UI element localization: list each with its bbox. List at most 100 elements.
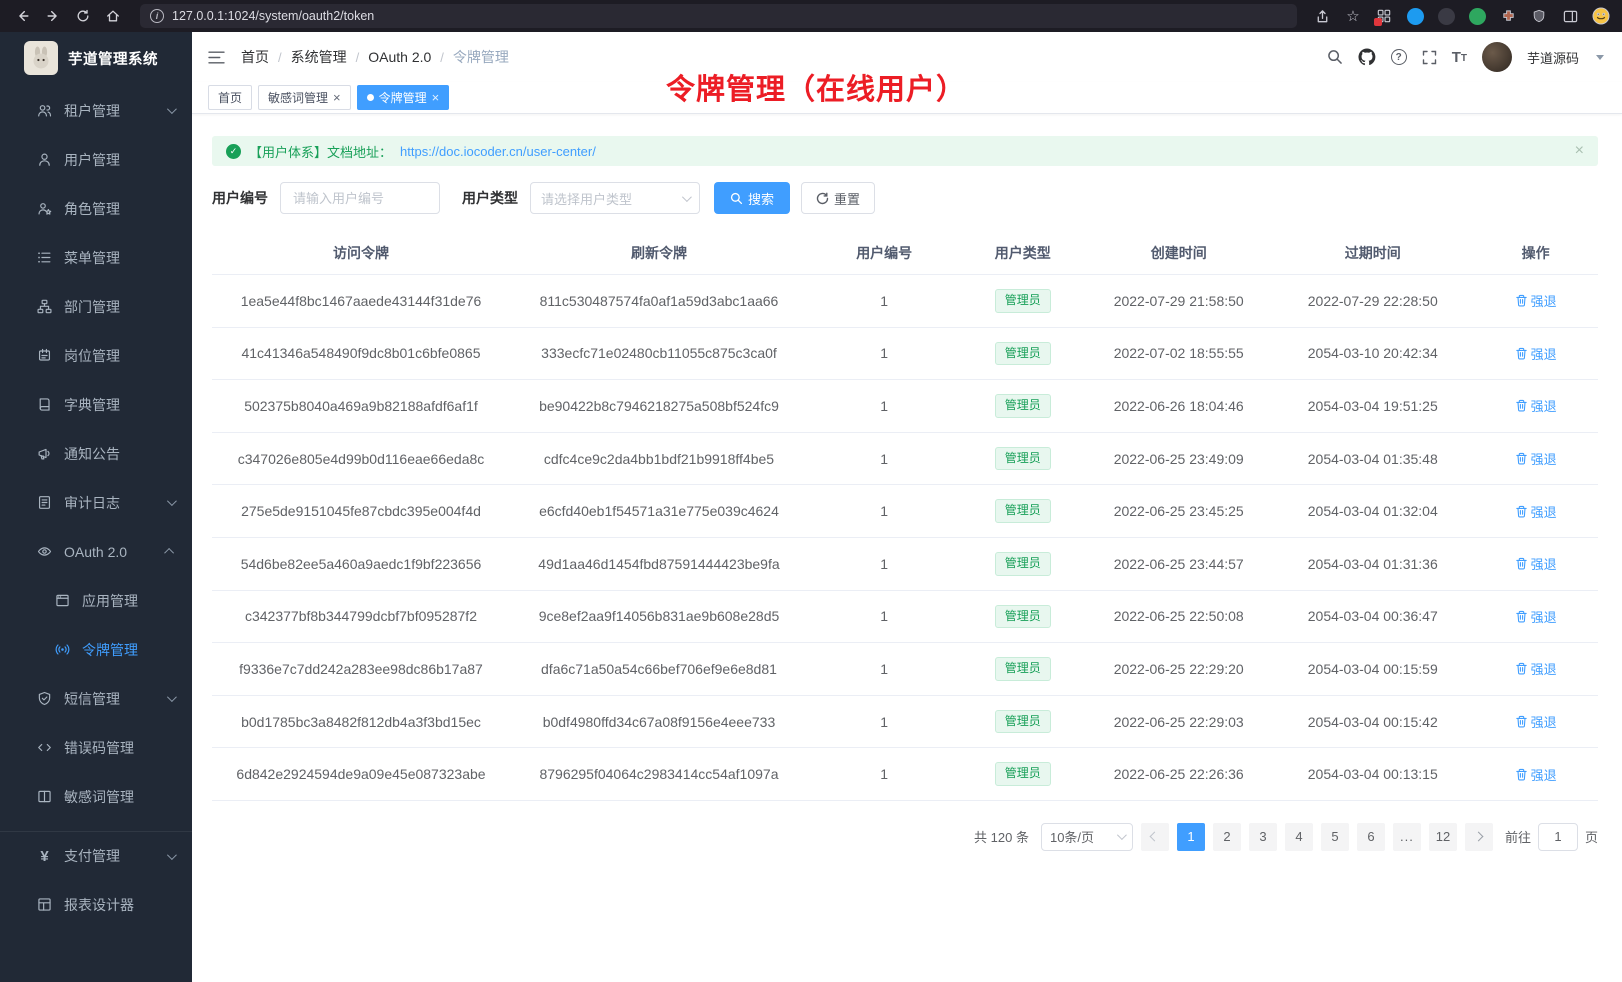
page-button[interactable]: 12 xyxy=(1429,823,1457,851)
sidebar-item-sms[interactable]: 短信管理 xyxy=(0,674,192,723)
shield-extension-icon[interactable] xyxy=(1528,5,1550,27)
access-token-cell: c347026e805e4d99b0d116eae66eda8c xyxy=(212,432,510,485)
dark-extension-icon[interactable] xyxy=(1435,5,1457,27)
menu-list-icon xyxy=(36,249,53,266)
page-button[interactable]: 5 xyxy=(1321,823,1349,851)
create-time-cell: 2022-06-25 22:26:36 xyxy=(1085,748,1272,801)
table-row: b0d1785bc3a8482f812db4a3f3bd15ec b0df498… xyxy=(212,695,1598,748)
site-info-icon[interactable]: i xyxy=(150,9,164,23)
force-logout-button[interactable]: 强退 xyxy=(1515,502,1557,521)
sidebar-toggle-icon[interactable] xyxy=(1559,5,1581,27)
force-logout-button[interactable]: 强退 xyxy=(1515,712,1557,731)
github-icon[interactable] xyxy=(1358,48,1376,66)
home-button[interactable] xyxy=(100,4,126,28)
sidebar-item-audit-log[interactable]: 审计日志 xyxy=(0,478,192,527)
force-logout-button[interactable]: 强退 xyxy=(1515,554,1557,573)
sidebar-item-payment[interactable]: ¥ 支付管理 xyxy=(0,831,192,880)
breadcrumb-system[interactable]: 系统管理 xyxy=(291,47,347,67)
font-size-icon[interactable]: TT xyxy=(1452,50,1467,65)
force-logout-button[interactable]: 强退 xyxy=(1515,396,1557,415)
alert-close-icon[interactable]: × xyxy=(1575,142,1584,160)
user-icon xyxy=(36,151,53,168)
alert-text: 【用户体系】文档地址： xyxy=(249,142,392,161)
user-name[interactable]: 芋道源码 xyxy=(1527,48,1579,67)
fullscreen-icon[interactable] xyxy=(1422,50,1437,65)
reload-button[interactable] xyxy=(70,4,96,28)
page-size-select[interactable]: 10条/页 xyxy=(1041,823,1133,851)
search-button[interactable]: 搜索 xyxy=(714,182,790,214)
force-logout-button[interactable]: 强退 xyxy=(1515,607,1557,626)
page-button[interactable]: 3 xyxy=(1249,823,1277,851)
sidebar-item-oauth-token[interactable]: 令牌管理 xyxy=(0,625,192,674)
bookmark-star-icon[interactable]: ☆ xyxy=(1342,5,1364,27)
chevron-down-icon[interactable] xyxy=(1596,55,1604,60)
create-time-cell: 2022-07-02 18:55:55 xyxy=(1085,327,1272,380)
close-icon[interactable]: × xyxy=(432,91,440,104)
user-type-cell: 管理员 xyxy=(960,748,1085,801)
sidebar-item-menu[interactable]: 菜单管理 xyxy=(0,233,192,282)
sidebar-item-error-code[interactable]: 错误码管理 xyxy=(0,723,192,772)
force-logout-button[interactable]: 强退 xyxy=(1515,291,1557,310)
reset-button[interactable]: 重置 xyxy=(801,182,875,214)
goto-page-input[interactable] xyxy=(1538,823,1578,851)
breadcrumb-oauth[interactable]: OAuth 2.0 xyxy=(368,49,431,65)
eye-icon xyxy=(36,543,53,560)
page-button[interactable]: 1 xyxy=(1177,823,1205,851)
force-logout-button[interactable]: 强退 xyxy=(1515,449,1557,468)
forward-button[interactable] xyxy=(40,4,66,28)
user-type-select[interactable]: 请选择用户类型 xyxy=(530,182,700,214)
force-logout-button[interactable]: 强退 xyxy=(1515,765,1557,784)
pagination: 共 120 条 10条/页 1 2 3 4 xyxy=(212,823,1598,871)
table-row: 6d842e2924594de9a09e45e087323abe 8796295… xyxy=(212,748,1598,801)
org-tree-icon xyxy=(36,298,53,315)
green-extension-icon[interactable] xyxy=(1466,5,1488,27)
sidebar-item-dept[interactable]: 部门管理 xyxy=(0,282,192,331)
twitter-extension-icon[interactable] xyxy=(1404,5,1426,27)
sidebar-item-sensitive-words[interactable]: 敏感词管理 xyxy=(0,772,192,821)
close-icon[interactable]: × xyxy=(333,91,341,104)
tab-token-management[interactable]: 令牌管理 × xyxy=(357,85,450,110)
user-id-label: 用户编号 xyxy=(212,188,268,208)
back-button[interactable] xyxy=(10,4,36,28)
refresh-token-cell: 811c530487574fa0af1a59d3abc1aa66 xyxy=(510,275,808,328)
page-button[interactable]: 2 xyxy=(1213,823,1241,851)
url-bar[interactable]: i 127.0.0.1:1024/system/oauth2/token xyxy=(140,4,1297,28)
sidebar-item-dict[interactable]: 字典管理 xyxy=(0,380,192,429)
force-logout-button[interactable]: 强退 xyxy=(1515,344,1557,363)
page-button[interactable]: 4 xyxy=(1285,823,1313,851)
sidebar-item-oauth-app[interactable]: 应用管理 xyxy=(0,576,192,625)
sidebar-item-role[interactable]: 角色管理 xyxy=(0,184,192,233)
extensions-icon[interactable] xyxy=(1373,5,1395,27)
book-icon xyxy=(36,396,53,413)
sidebar-item-post[interactable]: 岗位管理 xyxy=(0,331,192,380)
sidebar-item-oauth[interactable]: OAuth 2.0 xyxy=(0,527,192,576)
refresh-token-cell: 333ecfc71e02480cb11055c875c3ca0f xyxy=(510,327,808,380)
force-logout-button[interactable]: 强退 xyxy=(1515,659,1557,678)
profile-avatar-icon[interactable] xyxy=(1590,5,1612,27)
sidebar-item-user[interactable]: 用户管理 xyxy=(0,135,192,184)
sidebar-item-report-designer[interactable]: 报表设计器 xyxy=(0,880,192,929)
help-icon[interactable]: ? xyxy=(1391,49,1407,65)
page-button[interactable]: 6 xyxy=(1357,823,1385,851)
table-row: c342377bf8b344799dcbf7bf095287f2 9ce8ef2… xyxy=(212,590,1598,643)
prev-page-button[interactable] xyxy=(1141,823,1169,851)
user-type-cell: 管理员 xyxy=(960,537,1085,590)
breadcrumb-home[interactable]: 首页 xyxy=(241,47,269,67)
sidebar-item-notice[interactable]: 通知公告 xyxy=(0,429,192,478)
puzzle-extension-icon[interactable] xyxy=(1497,5,1519,27)
search-icon[interactable] xyxy=(1327,49,1343,65)
user-type-cell: 管理员 xyxy=(960,485,1085,538)
share-icon[interactable] xyxy=(1311,5,1333,27)
user-type-cell: 管理员 xyxy=(960,327,1085,380)
next-page-button[interactable] xyxy=(1465,823,1493,851)
user-id-input[interactable] xyxy=(280,182,440,214)
user-avatar[interactable] xyxy=(1482,42,1512,72)
page-button[interactable]: ... xyxy=(1393,823,1421,851)
access-token-cell: f9336e7c7dd242a283ee98dc86b17a87 xyxy=(212,643,510,696)
tab-sensitive-words[interactable]: 敏感词管理 × xyxy=(258,85,351,110)
doc-link[interactable]: https://doc.iocoder.cn/user-center/ xyxy=(400,144,596,159)
tab-home[interactable]: 首页 xyxy=(208,85,252,110)
user-type-badge: 管理员 xyxy=(995,394,1051,418)
sidebar-item-tenant[interactable]: 租户管理 xyxy=(0,86,192,135)
sidebar-collapse-icon[interactable] xyxy=(208,50,225,65)
